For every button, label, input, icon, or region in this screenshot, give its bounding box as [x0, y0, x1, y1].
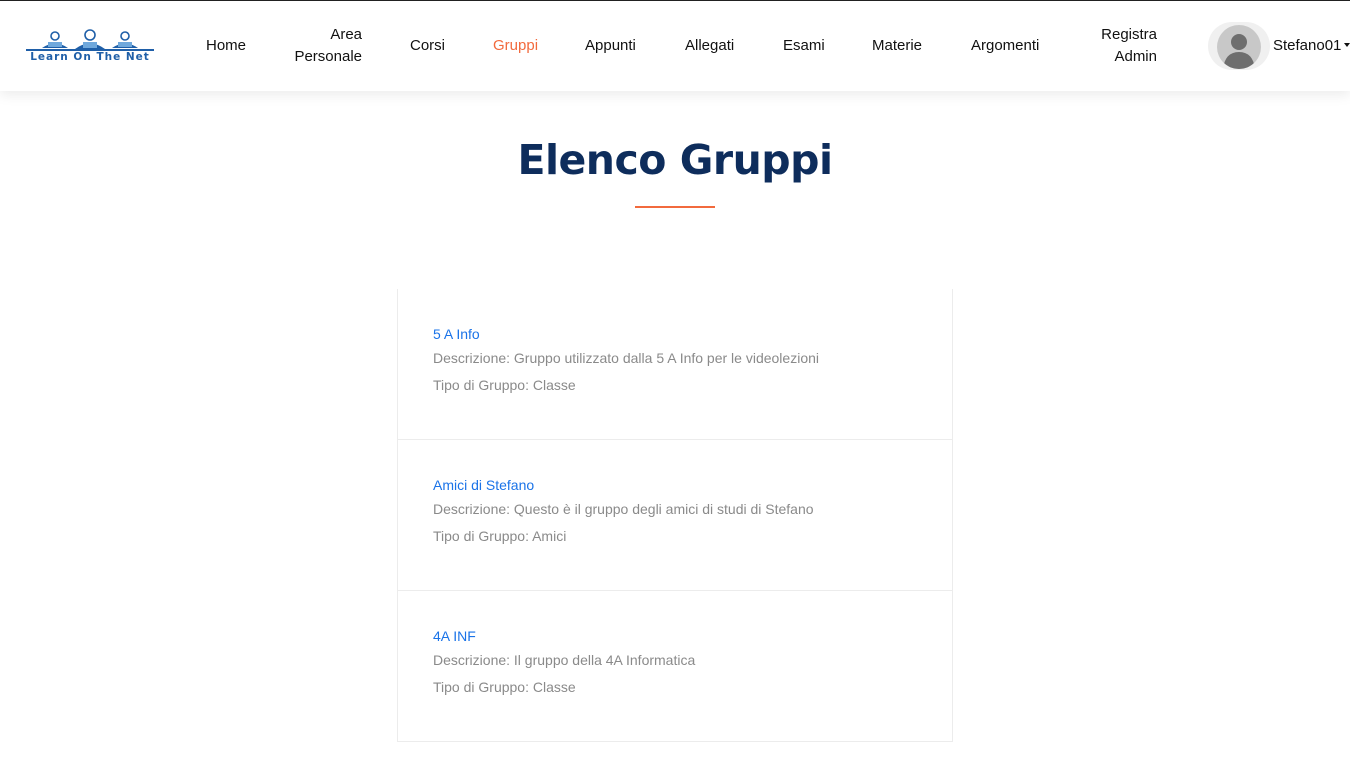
group-card: 5 A Info Descrizione: Gruppo utilizzato … — [398, 289, 952, 440]
group-description: Descrizione: Gruppo utilizzato dalla 5 A… — [433, 350, 819, 366]
group-type: Tipo di Gruppo: Classe — [433, 679, 576, 695]
nav-item-appunti[interactable]: Appunti — [585, 35, 636, 57]
nav-item-registra-admin[interactable]: Registra Admin — [1095, 24, 1157, 68]
nav-item-argomenti[interactable]: Argomenti — [971, 35, 1039, 57]
nav-item-home[interactable]: Home — [206, 35, 246, 57]
group-name-link[interactable]: 5 A Info — [433, 324, 480, 344]
group-description: Descrizione: Questo è il gruppo degli am… — [433, 501, 814, 517]
nav-item-corsi[interactable]: Corsi — [410, 35, 445, 57]
user-avatar-icon — [1217, 25, 1261, 69]
group-description: Descrizione: Il gruppo della 4A Informat… — [433, 652, 696, 668]
nav-item-area-personale-line1: Area — [330, 26, 362, 43]
group-type: Tipo di Gruppo: Amici — [433, 528, 567, 544]
chevron-down-icon[interactable] — [1344, 43, 1350, 47]
group-name-link[interactable]: Amici di Stefano — [433, 475, 534, 495]
title-divider — [635, 206, 715, 208]
group-type: Tipo di Gruppo: Classe — [433, 377, 576, 393]
nav-item-registra-admin-line2: Admin — [1114, 48, 1157, 65]
navbar: Learn On The Net Home Area Personale Cor… — [0, 1, 1350, 91]
nav-item-gruppi[interactable]: Gruppi — [493, 35, 538, 57]
group-card: 4A INF Descrizione: Il gruppo della 4A I… — [398, 591, 952, 741]
logo-graphic-icon — [26, 29, 154, 51]
site-logo[interactable]: Learn On The Net — [20, 29, 160, 63]
logo-text: Learn On The Net — [30, 51, 150, 63]
page-title: Elenco Gruppi — [517, 136, 833, 184]
nav-item-materie[interactable]: Materie — [872, 35, 922, 57]
nav-item-esami[interactable]: Esami — [783, 35, 825, 57]
user-menu-name[interactable]: Stefano01 — [1273, 36, 1341, 56]
nav-item-area-personale[interactable]: Area Personale — [294, 24, 362, 68]
nav-item-allegati[interactable]: Allegati — [685, 35, 734, 57]
nav-item-area-personale-line2: Personale — [294, 48, 362, 65]
group-list: 5 A Info Descrizione: Gruppo utilizzato … — [397, 289, 953, 742]
group-card: Amici di Stefano Descrizione: Questo è i… — [398, 440, 952, 591]
nav-item-registra-admin-line1: Registra — [1101, 26, 1157, 43]
user-avatar[interactable] — [1208, 22, 1270, 70]
group-name-link[interactable]: 4A INF — [433, 626, 476, 646]
